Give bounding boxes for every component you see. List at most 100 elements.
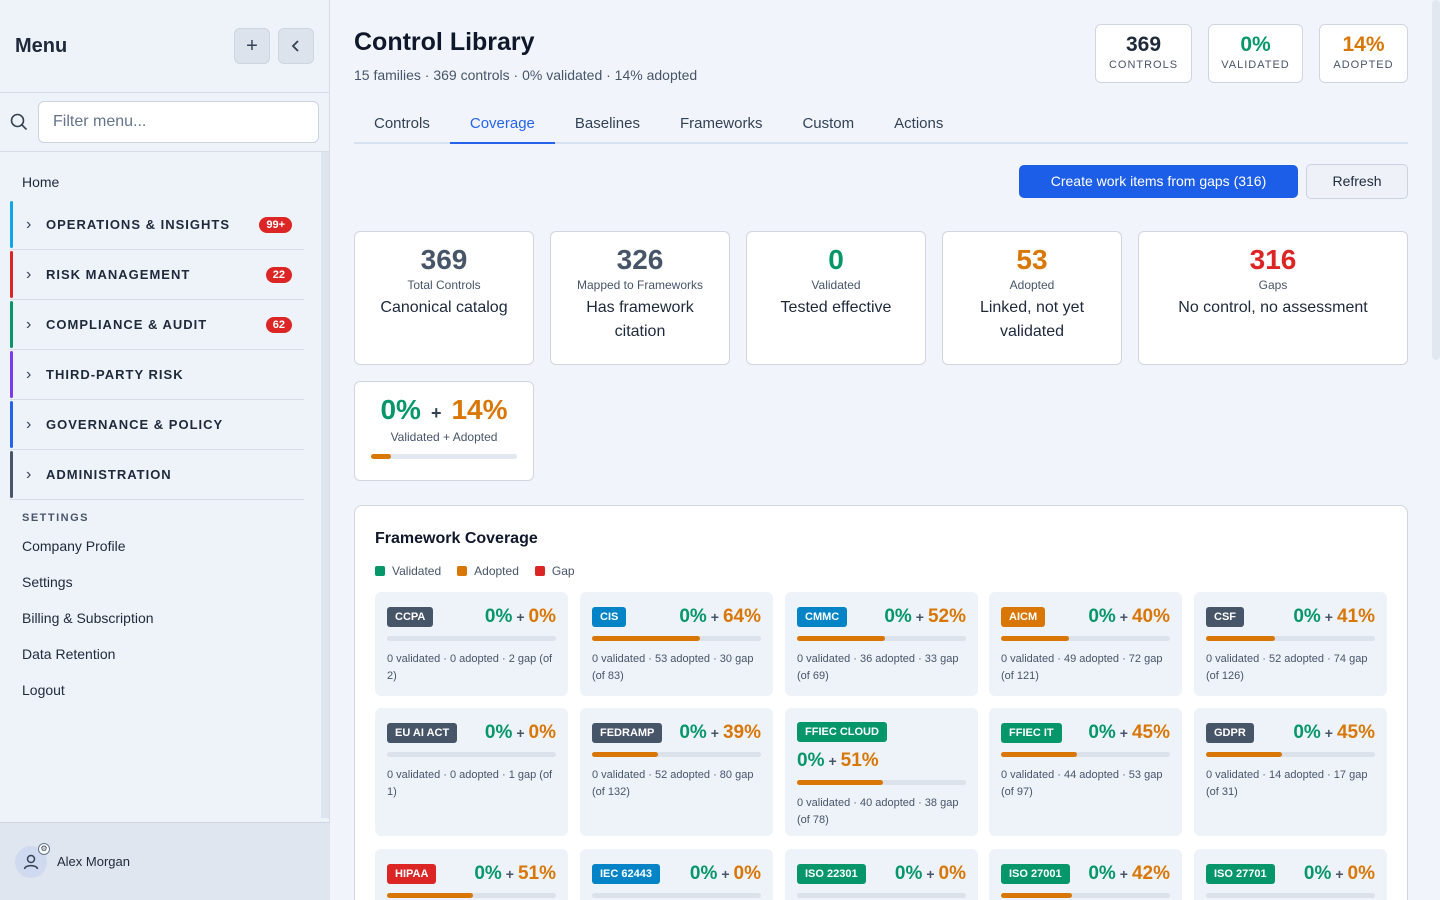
sidebar-scrollbar[interactable] xyxy=(321,152,329,818)
framework-tag: IEC 62443 xyxy=(592,864,660,884)
framework-card-cis[interactable]: CIS 0% +64% 0 validated · 53 adopted · 30 g… xyxy=(580,592,773,696)
framework-plus: + xyxy=(828,753,837,769)
user-footer[interactable]: ⚙ Alex Morgan xyxy=(0,822,330,900)
framework-plus: + xyxy=(505,866,514,882)
framework-card-header: EU AI ACT 0% +0% xyxy=(387,722,556,744)
group-color-bar xyxy=(10,351,13,398)
tab-custom[interactable]: Custom xyxy=(782,104,874,144)
framework-tag: CSF xyxy=(1206,607,1244,627)
framework-card-gdpr[interactable]: GDPR 0% +45% 0 validated · 14 adopted · 17 … xyxy=(1194,708,1387,836)
framework-plus: + xyxy=(1119,609,1128,625)
framework-percentages: 0% +0% xyxy=(485,606,556,628)
stat-description: No control, no assessment xyxy=(1178,299,1368,316)
framework-percentages: 0% +45% xyxy=(1088,722,1170,744)
framework-validated: 0% xyxy=(894,863,923,884)
framework-adopted: 0% xyxy=(1347,863,1375,884)
tab-actions[interactable]: Actions xyxy=(874,104,963,144)
framework-tag: GDPR xyxy=(1206,723,1254,743)
refresh-button[interactable]: Refresh xyxy=(1306,164,1408,199)
tab-baselines[interactable]: Baselines xyxy=(555,104,660,144)
framework-card-eu-ai-act[interactable]: EU AI ACT 0% +0% 0 validated · 0 adopted · … xyxy=(375,708,568,836)
framework-percentages: 0% +42% xyxy=(1088,863,1170,885)
nav-billing-subscription[interactable]: Billing & Subscription xyxy=(0,600,322,636)
framework-adopted: 0% xyxy=(528,606,556,627)
framework-progress-fill xyxy=(1206,752,1283,757)
create-work-items-button[interactable]: Create work items from gaps (316) xyxy=(1019,165,1298,198)
framework-card-ccpa[interactable]: CCPA 0% +0% 0 validated · 0 adopted · 2 gap… xyxy=(375,592,568,696)
nav-data-retention[interactable]: Data Retention xyxy=(0,636,322,672)
combined-validated: 0% xyxy=(380,394,421,425)
framework-adopted: 64% xyxy=(722,606,761,627)
nav-company-profile[interactable]: Company Profile xyxy=(0,528,322,564)
framework-validated: 0% xyxy=(797,750,825,771)
framework-validated: 0% xyxy=(484,606,513,627)
legend-label: Gap xyxy=(551,564,575,578)
framework-validated: 0% xyxy=(1088,606,1116,627)
plus-icon: + xyxy=(246,34,258,57)
framework-tag: ISO 22301 xyxy=(797,864,866,884)
framework-card-fedramp[interactable]: FEDRAMP 0% +39% 0 validated · 52 adopted · … xyxy=(580,708,773,836)
framework-percentages: 0% +45% xyxy=(1293,722,1375,744)
nav-group-governance-policy[interactable]: › GOVERNANCE & POLICY xyxy=(10,400,304,450)
chevron-right-icon: › xyxy=(26,315,32,333)
framework-plus: + xyxy=(1119,725,1128,741)
legend-label: Adopted xyxy=(474,564,519,578)
framework-adopted: 0% xyxy=(733,863,761,884)
main-scrollbar[interactable] xyxy=(1432,0,1440,360)
framework-percentages: 0% +64% xyxy=(679,606,761,628)
stat-value: 53 xyxy=(1016,244,1048,275)
nav-settings[interactable]: Settings xyxy=(0,564,322,600)
framework-progress-track xyxy=(1206,752,1375,757)
chevron-right-icon: › xyxy=(26,215,32,233)
nav-group-compliance-audit[interactable]: › COMPLIANCE & AUDIT 62 xyxy=(10,300,304,350)
framework-tag: AICM xyxy=(1001,607,1046,627)
framework-adopted: 39% xyxy=(722,722,761,743)
framework-progress-track xyxy=(797,780,966,785)
stat-card-gaps: 316 Gaps No control, no assessment xyxy=(1138,231,1408,365)
group-color-bar xyxy=(10,401,13,448)
framework-coverage-title: Framework Coverage xyxy=(375,530,538,547)
main-content: Control Library 15 families · 369 contro… xyxy=(354,0,1408,900)
framework-validated: 0% xyxy=(1088,722,1116,743)
filter-menu-input[interactable] xyxy=(38,101,319,143)
tab-frameworks[interactable]: Frameworks xyxy=(660,104,783,144)
framework-adopted: 41% xyxy=(1336,606,1375,627)
framework-meta: 0 validated · 0 adopted · 2 gap (of 2) xyxy=(387,653,553,682)
kpi-label: CONTROLS xyxy=(1108,59,1179,71)
collapse-sidebar-button[interactable] xyxy=(278,28,314,64)
framework-card-ffiec-cloud[interactable]: FFIEC CLOUD 0% +51% 0 validated · 40 adopte… xyxy=(785,708,978,836)
framework-progress-fill xyxy=(592,752,658,757)
avatar[interactable]: ⚙ xyxy=(15,842,50,878)
framework-card-iso-22301[interactable]: ISO 22301 0% +0% xyxy=(785,849,978,900)
nav-group-administration[interactable]: › ADMINISTRATION xyxy=(10,450,304,500)
nav-group-third-party-risk[interactable]: › THIRD-PARTY RISK xyxy=(10,350,304,400)
tab-controls[interactable]: Controls xyxy=(354,104,450,144)
framework-percentages: 0% +0% xyxy=(690,863,761,885)
framework-card-header: ISO 22301 0% +0% xyxy=(797,863,966,885)
legend-swatch xyxy=(457,566,468,576)
framework-card-aicm[interactable]: AICM 0% +40% 0 validated · 49 adopted · 72 … xyxy=(989,592,1182,696)
add-button[interactable]: + xyxy=(234,28,270,64)
nav-logout[interactable]: Logout xyxy=(0,672,322,708)
framework-card-iso-27001[interactable]: ISO 27001 0% +42% xyxy=(989,849,1182,900)
nav-home[interactable]: Home xyxy=(0,164,322,200)
framework-tag: ISO 27001 xyxy=(1001,864,1070,884)
framework-progress-track xyxy=(1001,893,1170,898)
framework-card-cmmc[interactable]: CMMC 0% +52% 0 validated · 36 adopted · 33 … xyxy=(785,592,978,696)
nav-group-label: OPERATIONS & INSIGHTS xyxy=(46,217,230,232)
framework-card-header: AICM 0% +40% xyxy=(1001,606,1170,628)
tab-coverage[interactable]: Coverage xyxy=(449,104,555,144)
framework-plus: + xyxy=(1324,609,1333,625)
kpi-validated: 0% VALIDATED xyxy=(1208,24,1303,83)
framework-card-iso-27701[interactable]: ISO 27701 0% +0% xyxy=(1194,849,1387,900)
framework-percentages: 0% +0% xyxy=(895,863,966,885)
framework-progress-track xyxy=(387,752,556,757)
framework-card-iec-62443[interactable]: IEC 62443 0% +0% xyxy=(580,849,773,900)
framework-card-hipaa[interactable]: HIPAA 0% +51% xyxy=(375,849,568,900)
framework-card-ffiec-it[interactable]: FFIEC IT 0% +45% 0 validated · 44 adopted ·… xyxy=(989,708,1182,836)
framework-validated: 0% xyxy=(484,722,513,743)
nav-group-risk-management[interactable]: › RISK MANAGEMENT 22 xyxy=(10,250,304,300)
framework-card-csf[interactable]: CSF 0% +41% 0 validated · 52 adopted · 74 g… xyxy=(1194,592,1387,696)
framework-progress-fill xyxy=(592,636,701,641)
nav-group-operations-insights[interactable]: › OPERATIONS & INSIGHTS 99+ xyxy=(10,200,304,250)
